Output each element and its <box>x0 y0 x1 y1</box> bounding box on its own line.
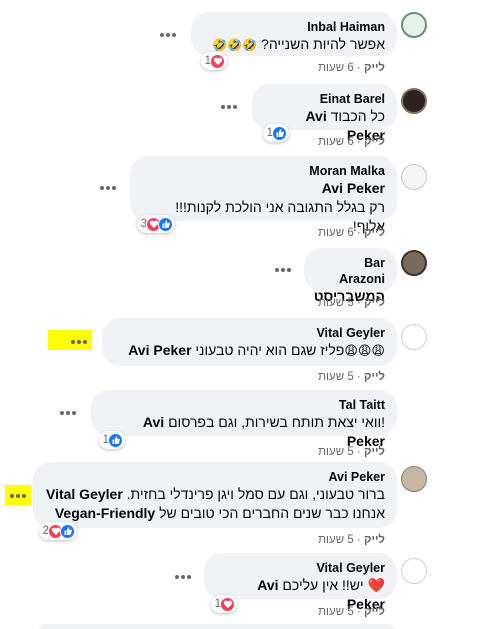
like-link[interactable]: לייק <box>364 534 385 546</box>
mention-link[interactable]: Avi Peker <box>322 180 385 196</box>
avatar[interactable] <box>401 398 427 424</box>
timestamp[interactable]: 5 שעות <box>318 446 354 458</box>
author-name[interactable]: Vital Geyler <box>114 325 385 341</box>
more-options-icon[interactable] <box>95 180 121 196</box>
avatar[interactable] <box>401 466 427 492</box>
more-options-icon[interactable] <box>216 99 242 115</box>
comment-bubble: Inbal Haiman אפשר להיות השנייה? 🤣🤣🤣 <box>191 12 397 56</box>
author-name[interactable]: Bar Arazoni <box>316 255 385 287</box>
comment-text: אפשר להיות השנייה? 🤣🤣🤣 <box>203 35 385 55</box>
comment-bubble: Bar Arazoni המשבריסט <box>304 248 397 304</box>
reaction-summary[interactable]: 1 <box>98 431 125 449</box>
comment-body: יש!! אין עליכם <box>282 577 364 593</box>
author-name[interactable]: Vital Geyler <box>216 560 385 576</box>
like-link[interactable]: לייק <box>364 62 385 74</box>
timestamp[interactable]: 5 שעות <box>318 534 354 546</box>
like-link[interactable]: לייק <box>364 136 385 148</box>
comment-bubble: Moran Malka Avi Peker רק בגלל התגובה אני… <box>130 156 397 234</box>
comment-bubble: Vital Geyler ❤️ יש!! אין עליכם Avi Peker <box>204 553 397 612</box>
comment-body: אנחנו כבר שנים החברים הכי טובים של <box>159 505 385 521</box>
comment-body: !וואי יצאת תותח בשירות, וגם בפרסום <box>168 414 385 430</box>
like-reaction-icon <box>272 125 287 141</box>
comment-meta: לייק · 6 שעות <box>318 136 385 148</box>
timestamp[interactable]: 6 שעות <box>318 227 354 239</box>
love-reaction-icon <box>210 53 225 69</box>
more-options-icon[interactable] <box>270 262 296 278</box>
emoji-weary: 😩😩😩 <box>344 343 385 358</box>
timestamp[interactable]: 6 שעות <box>318 136 354 148</box>
comment-bubble: Tal Taitt !וואי יצאת תותח בשירות, וגם בפ… <box>91 390 397 449</box>
comment-meta: לייק · 6 שעות <box>318 62 385 74</box>
heart-emoji: ❤️ <box>367 577 385 593</box>
more-options-icon[interactable] <box>66 334 92 350</box>
comment-bubble: Vital Geyler 😩😩😩פליז שגם הוא יהיה טבעוני… <box>102 318 397 366</box>
avatar[interactable] <box>401 164 427 190</box>
reaction-summary[interactable]: 1 <box>200 52 227 70</box>
reaction-summary[interactable]: 1 <box>262 124 289 142</box>
comment-meta: לייק · 6 שעות <box>318 227 385 239</box>
comment-mention-line: Avi Peker <box>142 179 385 198</box>
comment-body: ברור טבעוני, וגם עם סמל ויגן פרינדלי בחז… <box>126 486 385 502</box>
reaction-summary[interactable]: 3 <box>136 215 175 233</box>
comment-bubble: Avi Peker ברור טבעוני, וגם עם סמל ויגן פ… <box>33 462 397 528</box>
author-name[interactable]: Tal Taitt <box>103 397 385 413</box>
timestamp[interactable]: 5 שעות <box>318 297 354 309</box>
like-reaction-icon <box>108 432 123 448</box>
comment-body: כל הכבוד <box>330 108 385 124</box>
more-options-icon[interactable] <box>5 488 31 504</box>
more-options-icon[interactable] <box>55 405 81 421</box>
author-name[interactable]: Inbal Haiman <box>203 19 385 35</box>
reaction-summary[interactable]: 1 <box>210 595 237 613</box>
comment-meta: לייק · 5 שעות <box>318 606 385 618</box>
comment-bubble-partial <box>37 624 397 629</box>
avatar[interactable] <box>401 12 427 38</box>
like-link[interactable]: לייק <box>364 446 385 458</box>
comment-body: אפשר להיות השנייה? <box>261 36 385 52</box>
comment-meta: לייק · 5 שעות <box>318 297 385 309</box>
comment-meta: לייק · 5 שעות <box>318 446 385 458</box>
avatar[interactable] <box>401 558 427 584</box>
like-link[interactable]: לייק <box>364 371 385 383</box>
comment-body: פליז שגם הוא יהיה טבעוני <box>195 342 345 358</box>
comment-text-line1: ברור טבעוני, וגם עם סמל ויגן פרינדלי בחז… <box>45 485 385 504</box>
timestamp[interactable]: 5 שעות <box>318 371 354 383</box>
comment-meta: לייק · 5 שעות <box>318 371 385 383</box>
like-link[interactable]: לייק <box>364 606 385 618</box>
avatar[interactable] <box>401 88 427 114</box>
comment-text: 😩😩😩פליז שגם הוא יהיה טבעוני Avi Peker <box>114 341 385 360</box>
reaction-summary[interactable]: 2 <box>38 522 77 540</box>
timestamp[interactable]: 6 שעות <box>318 62 354 74</box>
more-options-icon[interactable] <box>170 569 196 585</box>
author-name[interactable]: Einat Barel <box>264 91 385 107</box>
like-reaction-icon <box>60 523 75 539</box>
like-reaction-icon <box>158 216 173 232</box>
love-reaction-icon <box>220 596 235 612</box>
comment-text-line2: אנחנו כבר שנים החברים הכי טובים של Vegan… <box>45 504 385 523</box>
avatar[interactable] <box>401 324 427 350</box>
brand-name: Vegan-Friendly <box>54 505 156 521</box>
emoji-laughing: 🤣🤣🤣 <box>212 38 258 52</box>
more-options-icon[interactable] <box>155 27 181 43</box>
like-link[interactable]: לייק <box>364 297 385 309</box>
author-name[interactable]: Moran Malka <box>142 163 385 179</box>
mention-link[interactable]: Vital Geyler <box>46 486 123 502</box>
timestamp[interactable]: 5 שעות <box>318 606 354 618</box>
avatar[interactable] <box>401 250 427 276</box>
like-link[interactable]: לייק <box>364 227 385 239</box>
comment-meta: לייק · 5 שעות <box>318 534 385 546</box>
mention-link[interactable]: Avi Peker <box>128 342 191 358</box>
author-name[interactable]: Avi Peker <box>45 469 385 485</box>
